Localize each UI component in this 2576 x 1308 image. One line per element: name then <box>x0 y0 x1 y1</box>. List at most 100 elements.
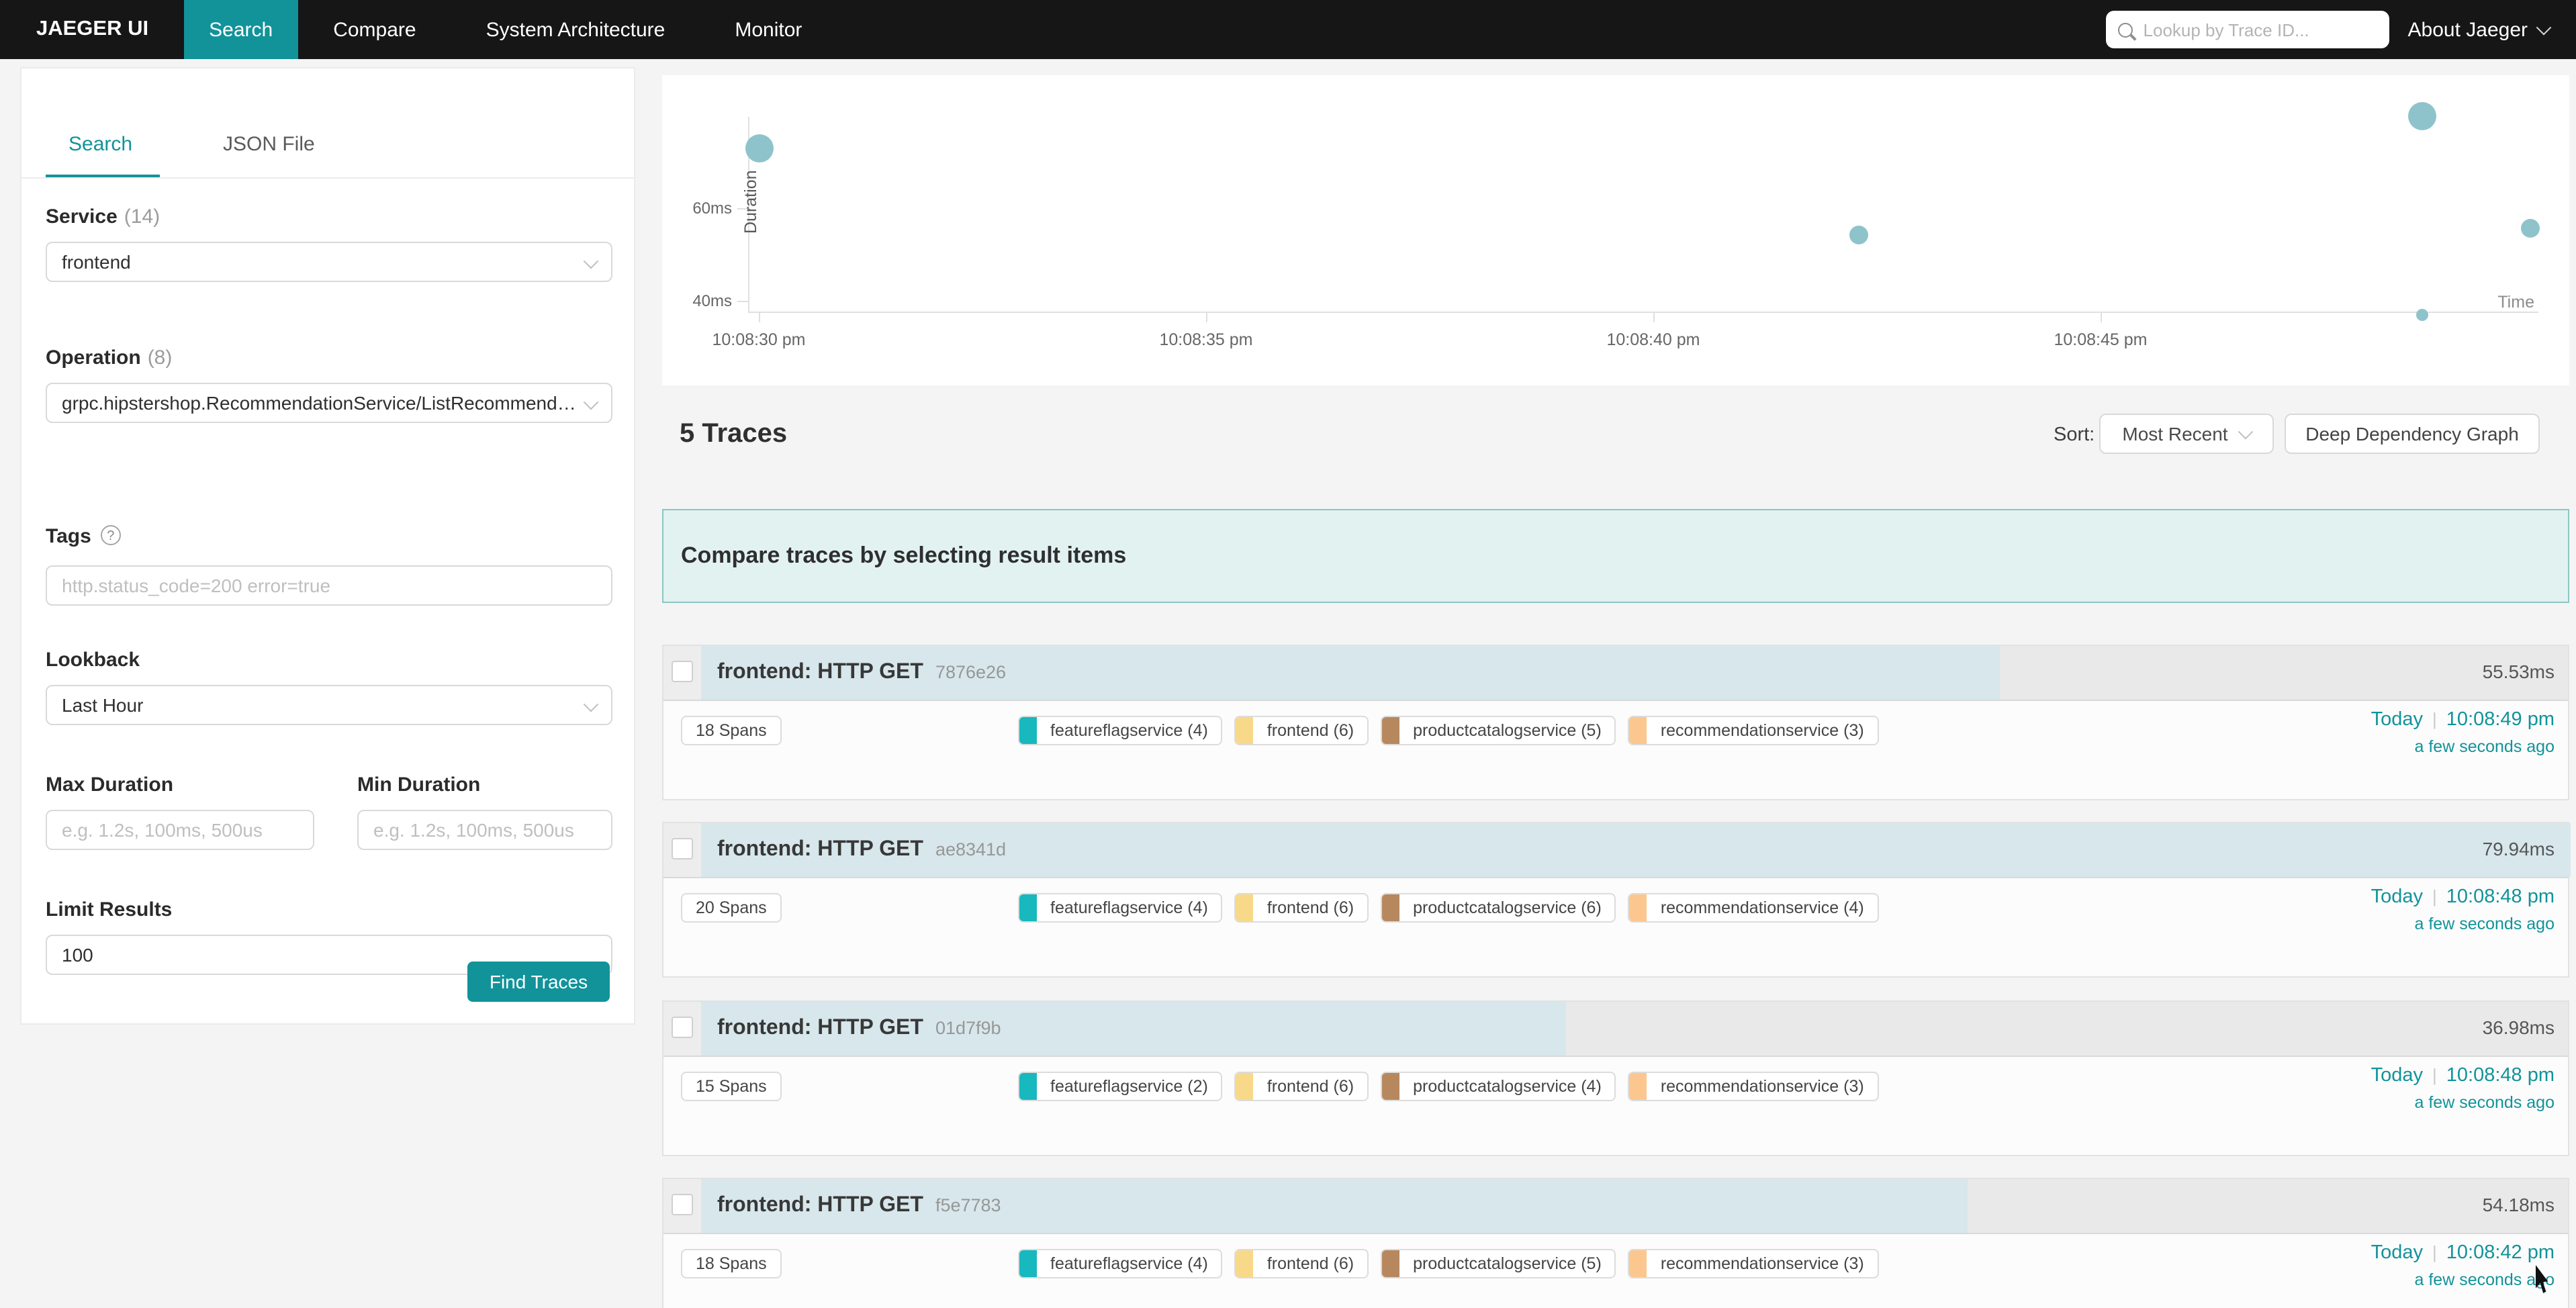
compare-banner: Compare traces by selecting result items <box>662 509 2569 603</box>
span-count-pill: 18 Spans <box>681 716 782 745</box>
nav-item-system-architecture[interactable]: System Architecture <box>451 0 700 59</box>
lookback-select[interactable]: Last Hour <box>46 685 612 725</box>
scatter-point[interactable] <box>1849 226 1868 244</box>
service-color-swatch <box>1630 717 1647 744</box>
chevron-down-icon <box>584 254 599 269</box>
trace-title-link[interactable]: frontend: HTTP GET01d7f9b <box>717 1001 1001 1054</box>
sort-select[interactable]: Most Recent <box>2099 414 2274 454</box>
trace-title-link[interactable]: frontend: HTTP GET7876e26 <box>717 646 1006 698</box>
x-axis-title: Time <box>2497 293 2534 312</box>
trace-time-link[interactable]: 10:08:42 pm <box>2446 1242 2555 1264</box>
search-icon <box>2118 22 2133 37</box>
trace-time-link[interactable]: 10:08:48 pm <box>2446 1064 2555 1086</box>
service-tag-pill: frontend (6) <box>1235 1071 1369 1101</box>
service-tags: featureflagservice (4)frontend (6)produc… <box>1018 894 1879 923</box>
trace-title-link[interactable]: frontend: HTTP GETf5e7783 <box>717 1179 1001 1231</box>
service-tags: featureflagservice (4)frontend (6)produc… <box>1018 1249 1879 1278</box>
service-tag-label: frontend (6) <box>1254 1254 1367 1273</box>
trace-title: frontend: HTTP GET <box>717 1016 923 1039</box>
service-color-swatch <box>1019 895 1037 922</box>
x-tick-mark <box>759 312 760 322</box>
help-icon[interactable]: ? <box>101 525 121 545</box>
trace-times: Today|10:08:48 pm a few seconds ago <box>2371 1064 2555 1111</box>
trace-date-link[interactable]: Today <box>2371 1064 2423 1086</box>
scatter-point[interactable] <box>2409 101 2437 130</box>
service-tag-label: recommendationservice (4) <box>1647 899 1878 918</box>
scatter-point[interactable] <box>745 134 773 162</box>
tab-json-file[interactable]: JSON File <box>223 133 315 156</box>
chevron-down-icon <box>2238 424 2253 440</box>
span-count-pill: 15 Spans <box>681 1071 782 1101</box>
service-label: Service(14) <box>46 205 160 228</box>
tags-input[interactable] <box>46 565 612 606</box>
trace-title: frontend: HTTP GET <box>717 839 923 861</box>
scatter-point[interactable] <box>2417 309 2429 321</box>
nav-item-monitor[interactable]: Monitor <box>700 0 837 59</box>
trace-result-row[interactable]: frontend: HTTP GET01d7f9b 36.98ms 15 Spa… <box>662 1000 2569 1156</box>
trace-result-row[interactable]: frontend: HTTP GETf5e7783 54.18ms 18 Spa… <box>662 1178 2569 1308</box>
service-tag-label: recommendationservice (3) <box>1647 721 1878 740</box>
service-tag-label: frontend (6) <box>1254 1076 1367 1095</box>
service-color-swatch <box>1382 1250 1399 1277</box>
trace-duration: 36.98ms <box>2483 1001 2555 1054</box>
operation-select[interactable]: grpc.hipstershop.RecommendationService/L… <box>46 383 612 423</box>
y-tick-40ms: 40ms <box>668 291 732 310</box>
scatter-plot: 60ms 40ms Duration Time 10:08:30 pm10:08… <box>662 75 2569 385</box>
service-tag-pill: frontend (6) <box>1235 716 1369 745</box>
min-duration-input[interactable] <box>357 810 612 850</box>
about-jaeger-menu[interactable]: About Jaeger <box>2389 0 2576 59</box>
scatter-point[interactable] <box>2520 220 2539 238</box>
x-tick-mark <box>2101 312 2102 322</box>
trace-lookup-box <box>2106 11 2389 48</box>
x-tick-label: 10:08:35 pm <box>1139 330 1273 349</box>
trace-times: Today|10:08:48 pm a few seconds ago <box>2371 887 2555 934</box>
trace-date-link[interactable]: Today <box>2371 887 2423 908</box>
span-count-pill: 18 Spans <box>681 1249 782 1278</box>
find-traces-button[interactable]: Find Traces <box>467 962 610 1002</box>
pipe-divider: | <box>2423 1242 2446 1262</box>
trace-lookup-input[interactable] <box>2141 18 2377 41</box>
lookback-label: Lookback <box>46 649 140 671</box>
jaeger-search-page: JAEGER UI Search Compare System Architec… <box>0 0 2576 1308</box>
service-tag-pill: recommendationservice (3) <box>1628 716 1879 745</box>
trace-result-row[interactable]: frontend: HTTP GET7876e26 55.53ms 18 Spa… <box>662 645 2569 800</box>
trace-duration: 79.94ms <box>2483 824 2555 876</box>
compare-checkbox[interactable] <box>672 661 693 682</box>
trace-time-link[interactable]: 10:08:49 pm <box>2446 709 2555 731</box>
min-duration-label: Min Duration <box>357 774 480 796</box>
nav-item-search[interactable]: Search <box>183 0 298 59</box>
service-color-swatch <box>1630 1072 1647 1099</box>
tab-divider <box>21 177 634 179</box>
trace-id: ae8341d <box>935 840 1006 860</box>
trace-date-link[interactable]: Today <box>2371 709 2423 731</box>
service-tag-label: featureflagservice (4) <box>1037 899 1222 918</box>
trace-date-link[interactable]: Today <box>2371 1242 2423 1264</box>
service-tag-label: featureflagservice (4) <box>1037 1254 1222 1273</box>
compare-checkbox[interactable] <box>672 1016 693 1037</box>
service-tag-label: recommendationservice (3) <box>1647 1254 1878 1273</box>
service-tag-pill: featureflagservice (4) <box>1018 1249 1223 1278</box>
trace-relative-time: a few seconds ago <box>2371 737 2555 756</box>
operation-label: Operation(8) <box>46 346 172 369</box>
trace-result-row[interactable]: frontend: HTTP GETae8341d 79.94ms 20 Spa… <box>662 823 2569 978</box>
trace-duration: 55.53ms <box>2483 646 2555 698</box>
x-axis <box>748 312 2538 313</box>
trace-time-link[interactable]: 10:08:48 pm <box>2446 887 2555 908</box>
compare-checkbox[interactable] <box>672 839 693 860</box>
app-brand[interactable]: JAEGER UI <box>0 0 183 59</box>
x-tick-label: 10:08:30 pm <box>692 330 826 349</box>
tags-label: Tags? <box>46 525 121 548</box>
deep-dependency-graph-button[interactable]: Deep Dependency Graph <box>2285 414 2540 454</box>
x-tick-mark <box>1206 312 1207 322</box>
sort-label: Sort: <box>2054 424 2095 446</box>
pipe-divider: | <box>2423 887 2446 907</box>
nav-item-compare[interactable]: Compare <box>298 0 451 59</box>
tab-search[interactable]: Search <box>68 133 132 156</box>
service-select[interactable]: frontend <box>46 242 612 282</box>
checkbox-cell <box>663 824 701 878</box>
trace-duration: 54.18ms <box>2483 1179 2555 1231</box>
compare-checkbox[interactable] <box>672 1194 693 1215</box>
max-duration-input[interactable] <box>46 810 314 850</box>
trace-title: frontend: HTTP GET <box>717 661 923 684</box>
trace-title-link[interactable]: frontend: HTTP GET ae8341d <box>717 824 1006 876</box>
